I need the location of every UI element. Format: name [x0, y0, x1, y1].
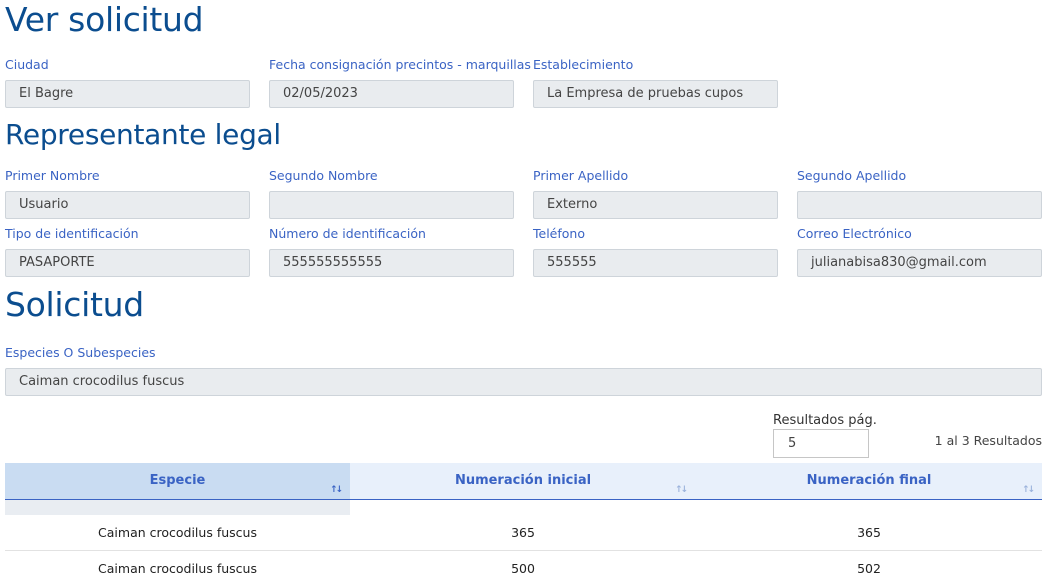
numero-id-label: Número de identificación	[269, 226, 426, 241]
numero-id-field[interactable]: 555555555555	[269, 249, 514, 277]
results-per-page-label: Resultados pág.	[773, 413, 877, 428]
especies-field[interactable]: Caiman crocodilus fuscus	[5, 368, 1042, 396]
column-header-numeracion-final[interactable]: Numeración final ↑↓	[696, 463, 1042, 499]
table-row[interactable]: Caiman crocodilus fuscus 365 365	[5, 516, 1042, 551]
tipo-id-label: Tipo de identificación	[5, 226, 139, 241]
segundo-apellido-label: Segundo Apellido	[797, 168, 907, 183]
solicitud-title: Solicitud	[5, 285, 144, 324]
representante-title: Representante legal	[5, 118, 281, 151]
cell-numeracion-inicial: 500	[511, 561, 535, 576]
filter-row	[5, 500, 350, 515]
establecimiento-field[interactable]: La Empresa de pruebas cupos	[533, 80, 778, 108]
table-row[interactable]: Caiman crocodilus fuscus 500 502	[5, 552, 1042, 586]
cell-especie: Caiman crocodilus fuscus	[98, 561, 257, 576]
cell-numeracion-final: 502	[857, 561, 881, 576]
segundo-nombre-field[interactable]	[269, 191, 514, 219]
column-header-especie[interactable]: Especie ↑↓	[5, 463, 350, 499]
primer-nombre-label: Primer Nombre	[5, 168, 100, 183]
ciudad-label: Ciudad	[5, 57, 49, 72]
sort-arrows-icon[interactable]: ↑↓	[675, 472, 688, 508]
cell-numeracion-inicial: 365	[511, 525, 535, 540]
telefono-field[interactable]: 555555	[533, 249, 778, 277]
primer-apellido-label: Primer Apellido	[533, 168, 629, 183]
page-title: Ver solicitud	[5, 0, 204, 39]
correo-field[interactable]: julianabisa830@gmail.com	[797, 249, 1042, 277]
results-per-page-input[interactable]: 5	[773, 429, 869, 458]
cell-especie: Caiman crocodilus fuscus	[98, 525, 257, 540]
especies-label: Especies O Subespecies	[5, 345, 156, 360]
table-header: Especie ↑↓ Numeración inicial ↑↓ Numerac…	[5, 463, 1042, 500]
segundo-apellido-field[interactable]	[797, 191, 1042, 219]
correo-label: Correo Electrónico	[797, 226, 912, 241]
column-header-label: Numeración inicial	[454, 473, 592, 488]
fecha-label: Fecha consignación precintos - marquilla…	[269, 57, 531, 72]
segundo-nombre-label: Segundo Nombre	[269, 168, 378, 183]
sort-arrows-icon[interactable]: ↑↓	[1022, 472, 1035, 508]
ciudad-field[interactable]: El Bagre	[5, 80, 250, 108]
establecimiento-label: Establecimiento	[533, 57, 634, 72]
telefono-label: Teléfono	[533, 226, 585, 241]
fecha-field[interactable]: 02/05/2023	[269, 80, 514, 108]
tipo-id-field[interactable]: PASAPORTE	[5, 249, 250, 277]
cell-numeracion-final: 365	[857, 525, 881, 540]
primer-nombre-field[interactable]: Usuario	[5, 191, 250, 219]
primer-apellido-field[interactable]: Externo	[533, 191, 778, 219]
column-header-label: Especie	[149, 473, 206, 488]
column-header-numeracion-inicial[interactable]: Numeración inicial ↑↓	[350, 463, 696, 499]
column-header-label: Numeración final	[806, 473, 932, 488]
results-summary: 1 al 3 Resultados	[934, 433, 1042, 448]
